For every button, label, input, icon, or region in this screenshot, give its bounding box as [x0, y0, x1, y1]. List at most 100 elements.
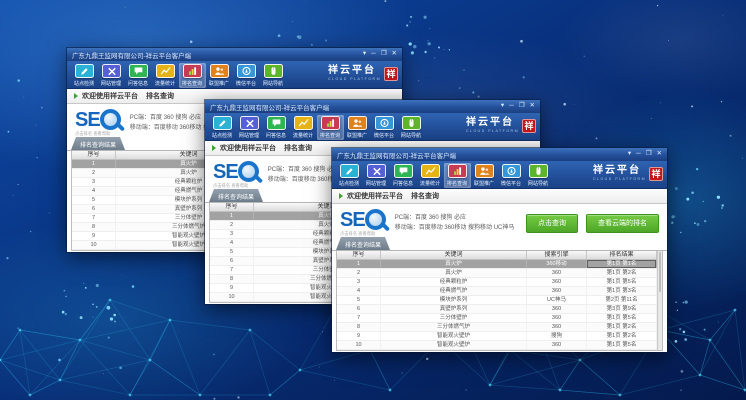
action-buttons: 点击查询 查看云端的排名	[526, 214, 661, 233]
cell-no: 3	[337, 278, 381, 286]
tools-icon	[240, 116, 259, 130]
breadcrumb-arrow-icon	[74, 93, 78, 99]
app-window: 广东九鼎王监网有限公司-祥云平台客户端 ▾ ─ ❐ ✕ 站点检测网站管理问答信息…	[332, 148, 667, 352]
line-chart-icon	[156, 64, 175, 78]
cell-rank: 第1页 第5名	[587, 314, 657, 322]
table-row[interactable]: 10智能观火壁炉360第1页 第5名	[337, 341, 662, 350]
window-titlebar[interactable]: 广东九鼎王监网有限公司-祥云平台客户端 ▾ ─ ❐ ✕	[205, 100, 540, 113]
toolbar-item-alliance-promo[interactable]: 联盟推广	[471, 163, 498, 188]
table-row[interactable]: 4经典燃气炉360第1页 第3名	[337, 287, 662, 296]
cell-keyword: 经典颗粒炉	[381, 278, 527, 286]
window-close-button[interactable]: ✕	[530, 103, 535, 110]
toolbar-item-label: 站点检测	[339, 179, 359, 186]
main-toolbar: 站点检测网站管理问答信息流量统计排名查询联盟推广微信平台网站导航 祥云平台 CL…	[205, 113, 540, 141]
window-menu-button[interactable]: ▾	[501, 103, 504, 110]
window-close-button[interactable]: ✕	[657, 151, 662, 158]
tab-rank-results[interactable]: 排名查询结果	[209, 189, 263, 202]
cell-keyword: 三分体燃气炉	[381, 323, 527, 331]
toolbar-item-wechat-platform[interactable]: 微信平台	[498, 163, 525, 188]
window-minimize-button[interactable]: ─	[636, 151, 641, 158]
cell-rank: 第1页 第5名	[587, 278, 657, 286]
breadcrumb-welcome: 欢迎使用祥云平台	[347, 191, 403, 201]
toolbar-item-site-nav[interactable]: 网站导航	[525, 163, 552, 188]
toolbar-item-site-manage[interactable]: 网站管理	[236, 115, 263, 140]
toolbar-item-label: 排名查询	[447, 179, 467, 186]
toolbar-item-site-detect[interactable]: 站点检测	[336, 163, 363, 188]
window-titlebar[interactable]: 广东九鼎王监网有限公司-祥云平台客户端 ▾ ─ ❐ ✕	[67, 48, 402, 61]
toolbar-item-label: 排名查询	[320, 131, 340, 138]
col-header-no[interactable]: 序号	[72, 151, 116, 159]
seo-logo-text: SE	[75, 110, 100, 130]
cell-no: 4	[337, 287, 381, 295]
table-row[interactable]: 3经典颗粒炉360第1页 第5名	[337, 278, 662, 287]
toolbar-item-qa-info[interactable]: 问答信息	[125, 63, 152, 88]
table-row[interactable]: 8三分体燃气炉360第1页 第2名	[337, 323, 662, 332]
toolbar-items: 站点检测网站管理问答信息流量统计排名查询联盟推广微信平台网站导航	[336, 163, 552, 188]
toolbar-item-qa-info[interactable]: 问答信息	[263, 115, 290, 140]
toolbar-item-traffic-stats[interactable]: 流量统计	[152, 63, 179, 88]
window-menu-button[interactable]: ▾	[628, 151, 631, 158]
window-titlebar[interactable]: 广东九鼎王监网有限公司-祥云平台客户端 ▾ ─ ❐ ✕	[332, 148, 667, 161]
toolbar-item-rank-query[interactable]: 排名查询	[317, 115, 344, 140]
toolbar-item-alliance-promo[interactable]: 联盟推广	[344, 115, 371, 140]
cell-no: 4	[210, 239, 254, 247]
toolbar-item-wechat-platform[interactable]: 微信平台	[233, 63, 260, 88]
seo-logo: SE 点击排名 查看帮助	[75, 109, 121, 137]
cell-rank: 第1页 第5名	[587, 341, 657, 349]
main-toolbar: 站点检测网站管理问答信息流量统计排名查询联盟推广微信平台网站导航 祥云平台 CL…	[67, 61, 402, 89]
toolbar-item-traffic-stats[interactable]: 流量统计	[417, 163, 444, 188]
toolbar-item-qa-info[interactable]: 问答信息	[390, 163, 417, 188]
toolbar-item-wechat-platform[interactable]: 微信平台	[371, 115, 398, 140]
toolbar-item-traffic-stats[interactable]: 流量统计	[290, 115, 317, 140]
toolbar-item-site-manage[interactable]: 网站管理	[98, 63, 125, 88]
col-header-engine[interactable]: 搜索引擎	[527, 251, 587, 259]
window-maximize-button[interactable]: ❐	[646, 151, 652, 158]
magnifier-icon	[365, 209, 386, 230]
toolbar-item-site-manage[interactable]: 网站管理	[363, 163, 390, 188]
brand-seal-icon: 祥	[649, 167, 663, 181]
window-close-button[interactable]: ✕	[392, 51, 397, 58]
query-button[interactable]: 点击查询	[526, 214, 578, 233]
brand-logo: 祥云平台 CLOUD PLATFORM 祥	[466, 115, 536, 133]
window-maximize-button[interactable]: ❐	[519, 103, 525, 110]
table-row[interactable]: 2真火炉360第1页 第2名	[337, 269, 662, 278]
cell-engine: 360	[527, 269, 587, 277]
table-row[interactable]: 6真壁炉系列360第3页 第9名	[337, 305, 662, 314]
cell-no: 5	[210, 248, 254, 256]
table-row[interactable]: 9智能观火壁炉搜狗第1页 第2名	[337, 332, 662, 341]
view-cloud-rank-button[interactable]: 查看云端的排名	[586, 214, 659, 233]
toolbar-item-site-nav[interactable]: 网站导航	[398, 115, 425, 140]
col-header-no[interactable]: 序号	[337, 251, 381, 259]
chat-bubble-icon	[129, 64, 148, 78]
cell-no: 7	[337, 314, 381, 322]
table-row[interactable]: 1真火炉360移动第1页 第1名	[337, 260, 662, 269]
tab-rank-results[interactable]: 排名查询结果	[336, 237, 390, 250]
col-header-keyword[interactable]: 关键词	[381, 251, 527, 259]
window-maximize-button[interactable]: ❐	[381, 51, 387, 58]
cell-no: 5	[72, 196, 116, 204]
breadcrumb: 欢迎使用祥云平台 排名查询	[332, 189, 667, 204]
table-row[interactable]: 7三分体壁炉360第1页 第5名	[337, 314, 662, 323]
col-header-rank[interactable]: 排名结果	[587, 251, 657, 259]
brand-logo: 祥云平台 CLOUD PLATFORM 祥	[593, 163, 663, 181]
cell-rank: 第1页 第3名	[587, 287, 657, 295]
scrollbar-thumb[interactable]	[659, 252, 661, 292]
toolbar-item-rank-query[interactable]: 排名查询	[179, 63, 206, 88]
table-row[interactable]: 5模块炉系列UC神马第2页 第11名	[337, 296, 662, 305]
cell-no: 1	[72, 160, 116, 168]
cell-engine: 360移动	[527, 260, 587, 268]
window-minimize-button[interactable]: ─	[509, 103, 514, 110]
cell-engine: UC神马	[527, 296, 587, 304]
col-header-no[interactable]: 序号	[210, 203, 254, 211]
tab-rank-results[interactable]: 排名查询结果	[71, 137, 125, 150]
toolbar-item-rank-query[interactable]: 排名查询	[444, 163, 471, 188]
toolbar-item-alliance-promo[interactable]: 联盟推广	[206, 63, 233, 88]
line-chart-icon	[294, 116, 313, 130]
table-scrollbar[interactable]	[657, 251, 662, 350]
seo-tagline: 点击排名 查看帮助	[340, 231, 383, 237]
toolbar-item-site-detect[interactable]: 站点检测	[71, 63, 98, 88]
window-minimize-button[interactable]: ─	[371, 51, 376, 58]
window-menu-button[interactable]: ▾	[363, 51, 366, 58]
toolbar-item-site-nav[interactable]: 网站导航	[260, 63, 287, 88]
toolbar-item-site-detect[interactable]: 站点检测	[209, 115, 236, 140]
